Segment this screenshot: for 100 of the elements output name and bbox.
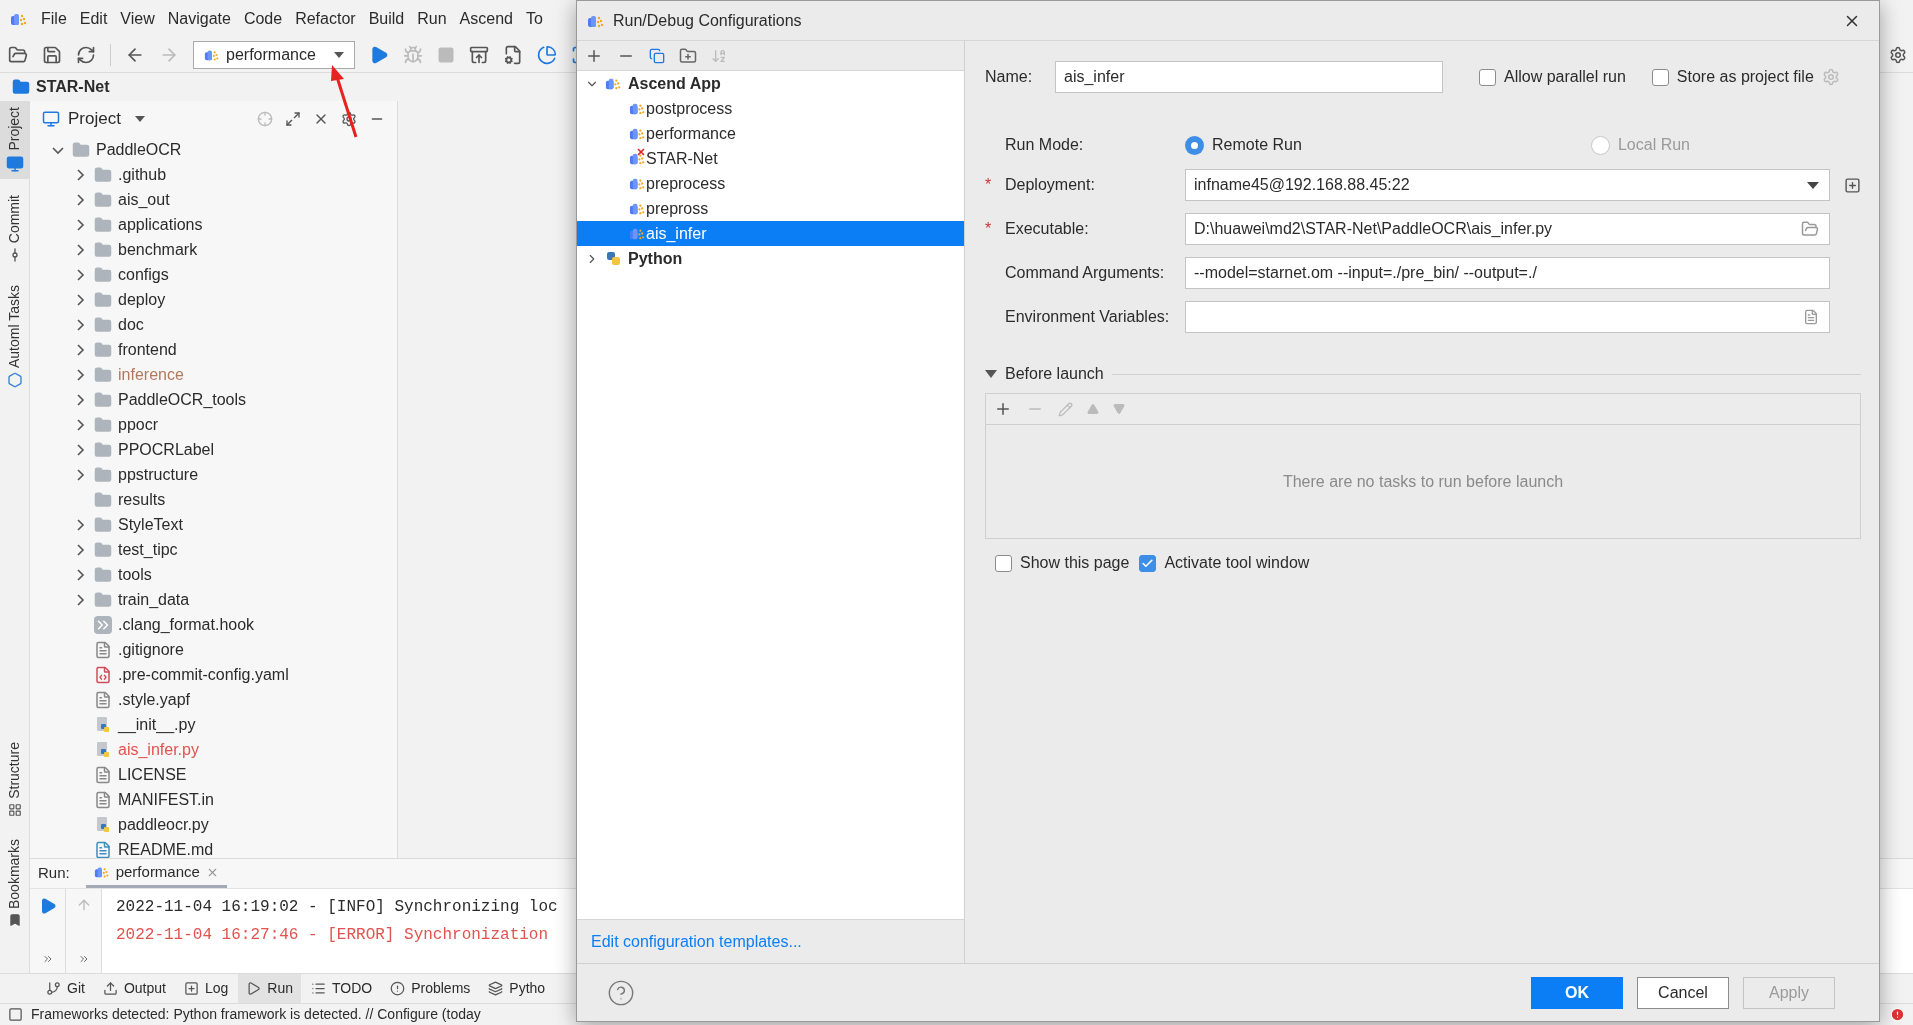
- more-icon[interactable]: [77, 953, 90, 965]
- tree-item[interactable]: inference: [118, 362, 184, 387]
- menu-item[interactable]: View: [120, 6, 155, 31]
- config-item[interactable]: prepross: [577, 196, 964, 221]
- tool-window-tab[interactable]: Log: [175, 974, 237, 1003]
- tree-item[interactable]: .style.yapf: [118, 687, 191, 712]
- status-toggle-icon[interactable]: [8, 1007, 23, 1022]
- side-tab[interactable]: Automl Tasks: [4, 284, 25, 368]
- expand-icon[interactable]: [285, 111, 301, 127]
- tree-item[interactable]: MANIFEST.in: [118, 787, 214, 812]
- tree-item[interactable]: StyleText: [118, 512, 183, 537]
- config-item[interactable]: ais_infer: [577, 221, 964, 246]
- save-icon[interactable]: [42, 44, 62, 65]
- more-icon[interactable]: [41, 953, 54, 965]
- copy-icon[interactable]: [649, 47, 665, 64]
- checkbox[interactable]: [1651, 68, 1669, 86]
- tree-item[interactable]: results: [118, 487, 166, 512]
- tree-item[interactable]: tools: [118, 562, 152, 587]
- tool-window-tab[interactable]: Pytho: [480, 974, 554, 1003]
- tree-item[interactable]: frontend: [118, 337, 177, 362]
- menu-item[interactable]: Navigate: [167, 6, 231, 31]
- tree-item[interactable]: PaddleOCR: [96, 137, 182, 162]
- dialog-button[interactable]: OK: [1531, 976, 1623, 1009]
- archive-icon[interactable]: [469, 44, 489, 65]
- checkbox[interactable]: [995, 554, 1012, 572]
- tool-window-tab[interactable]: Problems: [382, 974, 479, 1003]
- tree-item[interactable]: PPOCRLabel: [118, 437, 215, 462]
- input-field[interactable]: [1185, 301, 1830, 333]
- side-tab[interactable]: Bookmarks: [4, 838, 25, 909]
- config-group[interactable]: Python: [628, 246, 683, 271]
- tree-item[interactable]: ais_out: [118, 187, 170, 212]
- tree-item[interactable]: ppstructure: [118, 462, 199, 487]
- add-icon[interactable]: [994, 400, 1012, 418]
- name-field[interactable]: ais_infer: [1055, 61, 1443, 93]
- tree-item[interactable]: PaddleOCR_tools: [118, 387, 247, 412]
- tree-item[interactable]: .github: [118, 162, 167, 187]
- tree-item[interactable]: .clang_format.hook: [118, 612, 255, 637]
- check-icon: [1141, 556, 1155, 570]
- tree-item[interactable]: train_data: [118, 587, 190, 612]
- config-item[interactable]: preprocess: [577, 171, 964, 196]
- panel-title[interactable]: Project: [68, 106, 121, 132]
- checkbox[interactable]: [1139, 554, 1157, 572]
- tree-item[interactable]: test_tipc: [118, 537, 178, 562]
- tree-item[interactable]: configs: [118, 262, 169, 287]
- caret-icon[interactable]: [134, 116, 145, 122]
- dialog-button[interactable]: Cancel: [1637, 976, 1729, 1009]
- input-field[interactable]: D:\huawei\md2\STAR-Net\PaddleOCR\ais_infer.py: [1185, 213, 1830, 245]
- config-item[interactable]: performance: [577, 121, 964, 146]
- tree-item[interactable]: .gitignore: [118, 637, 184, 662]
- tree-item[interactable]: applications: [118, 212, 203, 237]
- tree-item[interactable]: doc: [118, 312, 144, 337]
- menu-item[interactable]: Edit: [79, 6, 108, 31]
- project-icon: [12, 78, 30, 96]
- settings-icon[interactable]: [1889, 46, 1907, 64]
- tool-window-tab[interactable]: TODO: [302, 974, 381, 1003]
- menu-item[interactable]: Refactor: [295, 6, 356, 31]
- field-label: Command Arguments:: [1005, 263, 1166, 283]
- browse-folder-icon[interactable]: [1801, 220, 1819, 238]
- tree-item[interactable]: LICENSE: [118, 762, 187, 787]
- dropdown-field[interactable]: infname45@192.168.88.45:22: [1185, 169, 1830, 201]
- tree-item[interactable]: ppocr: [118, 412, 159, 437]
- settings-icon[interactable]: [341, 111, 357, 127]
- tree-item[interactable]: paddleocr.py: [118, 812, 209, 837]
- refresh-icon[interactable]: [76, 44, 96, 65]
- tree-item[interactable]: deploy: [118, 287, 166, 312]
- add-icon[interactable]: [1844, 176, 1861, 194]
- file-settings-icon[interactable]: [503, 44, 523, 65]
- input-field[interactable]: --model=starnet.om --input=./pre_bin/ --output=./: [1185, 257, 1830, 289]
- run-config-dropdown[interactable]: performance: [193, 40, 355, 69]
- tool-window-tab[interactable]: Output: [94, 974, 174, 1003]
- side-tab[interactable]: Commit: [4, 194, 25, 243]
- radio-button[interactable]: [1185, 135, 1204, 155]
- help-icon[interactable]: [607, 978, 635, 1007]
- menu-item[interactable]: Build: [368, 6, 405, 31]
- tree-item[interactable]: ais_infer.py: [118, 737, 199, 762]
- error-icon[interactable]: [1890, 1007, 1905, 1022]
- tree-item[interactable]: benchmark: [118, 237, 198, 262]
- pie-chart-icon[interactable]: [537, 44, 557, 65]
- config-group[interactable]: Ascend App: [628, 71, 721, 96]
- config-item[interactable]: STAR-Net: [577, 146, 964, 171]
- new-folder-icon[interactable]: [679, 46, 697, 65]
- menu-item[interactable]: Code: [243, 6, 283, 31]
- play-icon: [246, 981, 262, 996]
- menu-item[interactable]: Run: [417, 6, 447, 31]
- config-item[interactable]: postprocess: [577, 96, 964, 121]
- menu-item[interactable]: File: [41, 6, 67, 31]
- side-tab[interactable]: Structure: [4, 742, 25, 799]
- tree-item[interactable]: README.md: [118, 837, 214, 858]
- run-icon[interactable]: [369, 44, 389, 65]
- document-icon[interactable]: [1803, 309, 1819, 325]
- expanded-caret-icon[interactable]: [985, 370, 997, 378]
- open-folder-icon[interactable]: [8, 44, 28, 65]
- tool-window-tab[interactable]: Run: [238, 974, 301, 1003]
- checkbox[interactable]: [1479, 68, 1496, 86]
- menu-item[interactable]: To: [525, 6, 543, 31]
- tool-window-tab[interactable]: Git: [38, 974, 93, 1003]
- caret-icon: [334, 51, 344, 58]
- tree-item[interactable]: .pre-commit-config.yaml: [118, 662, 289, 687]
- tree-item[interactable]: __init__.py: [118, 712, 196, 737]
- menu-item[interactable]: Ascend: [459, 6, 513, 31]
